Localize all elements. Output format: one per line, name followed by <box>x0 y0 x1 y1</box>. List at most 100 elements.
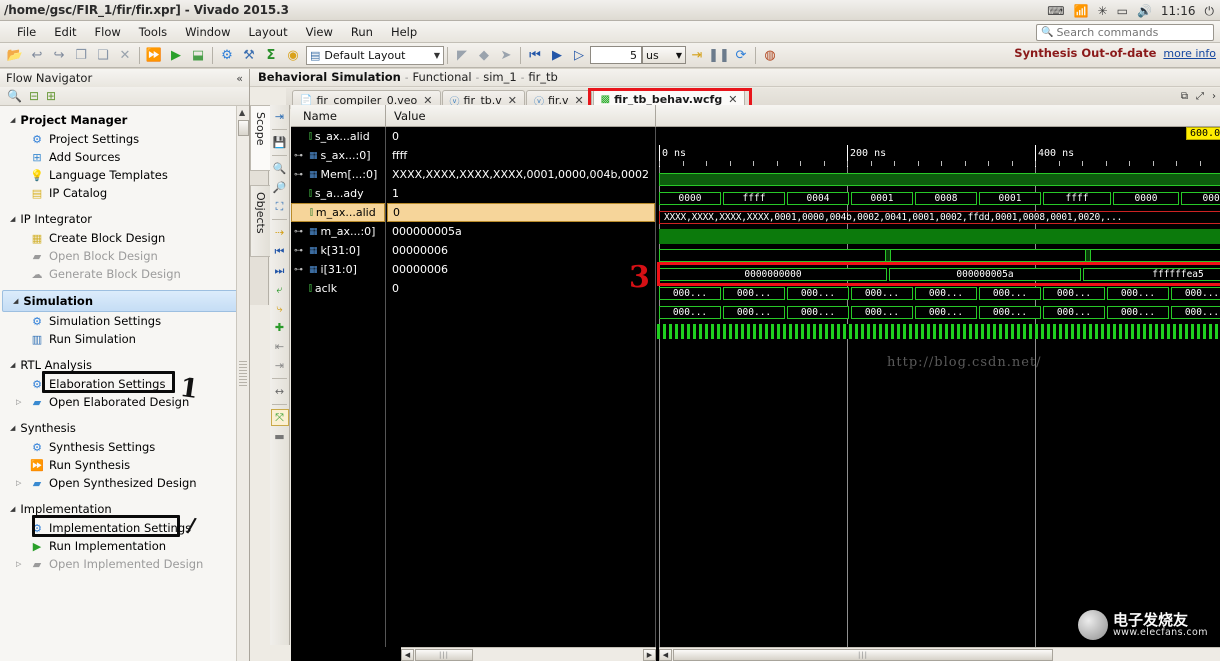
copy-icon[interactable]: ❐ <box>70 45 92 66</box>
relaunch-icon[interactable]: ⟳ <box>730 45 752 66</box>
section-project-manager[interactable]: ◢ Project Manager <box>0 110 249 130</box>
float-icon[interactable]: ⤧ <box>271 409 289 426</box>
keyboard-icon[interactable]: ⌨ <box>1047 5 1064 17</box>
save-icon[interactable]: 💾 <box>271 134 289 151</box>
undo-icon[interactable]: ↩ <box>26 45 48 66</box>
sim-time-field[interactable]: 5 <box>590 46 642 64</box>
maximize-icon[interactable]: ⤢ <box>1196 91 1204 102</box>
nav-ip-catalog[interactable]: ▤ IP Catalog <box>0 184 249 202</box>
close-icon-vtool[interactable]: ▬ <box>271 428 289 445</box>
breakpoint-icon[interactable]: ◍ <box>759 45 781 66</box>
signal-row[interactable]: ⊶ ▦ s_ax...:0] <box>291 146 385 165</box>
run-all-icon[interactable]: ▶ <box>546 45 568 66</box>
prev-marker-icon[interactable]: ⤶ <box>271 281 289 298</box>
signal-row[interactable]: ⊶ ▦ k[31:0] <box>291 241 385 260</box>
scrollbar-thumb[interactable]: ||| <box>415 649 473 661</box>
generate-bitstream-icon[interactable]: ⬓ <box>187 45 209 66</box>
zoom-fit-icon[interactable]: ⛶ <box>271 198 289 215</box>
nav-language-templates[interactable]: 💡 Language Templates <box>0 166 249 184</box>
zoom-in-icon[interactable]: 🔍 <box>271 160 289 177</box>
menu-help[interactable]: Help <box>382 23 426 41</box>
goto-icon[interactable]: ⇥ <box>271 108 289 125</box>
pointer-icon[interactable]: ➤ <box>495 45 517 66</box>
scrollbar-thumb-2[interactable]: ||| <box>673 649 1053 661</box>
nav-implementation-settings[interactable]: ⚙ Implementation Settings <box>0 519 249 537</box>
add-marker-icon[interactable]: ✚ <box>271 319 289 336</box>
menu-file[interactable]: File <box>8 23 45 41</box>
battery-icon[interactable]: ▭ <box>1117 5 1128 17</box>
time-ruler[interactable]: 0 ns 200 ns 400 ns 600 ns 800 ns 1,000 n… <box>657 127 1220 167</box>
more-info-link[interactable]: more info <box>1163 47 1216 60</box>
section-ip-integrator[interactable]: ◢ IP Integrator <box>0 209 249 229</box>
expand-icon[interactable]: ⊶ <box>294 265 303 275</box>
delete-icon[interactable]: ✕ <box>114 45 136 66</box>
pin-icon[interactable]: ◤ <box>451 45 473 66</box>
next-edge-icon[interactable]: ⇥ <box>271 357 289 374</box>
signal-row[interactable]: ⊶ ▦ i[31:0] <box>291 260 385 279</box>
expand-icon[interactable]: ⊶ <box>294 227 303 237</box>
bluetooth-icon[interactable]: ✳ <box>1098 5 1108 17</box>
flow-navigator-scrollbar[interactable]: ▲ <box>236 106 249 661</box>
report-icon[interactable]: ◉ <box>282 45 304 66</box>
menu-layout[interactable]: Layout <box>239 23 296 41</box>
signal-row[interactable]: ⫿ aclk <box>291 279 385 298</box>
fit-width-icon[interactable]: ↔ <box>271 383 289 400</box>
goto-time-icon[interactable]: ⇢ <box>271 224 289 241</box>
run-synthesis-icon[interactable]: ⏩ <box>143 45 165 66</box>
search-commands-box[interactable]: 🔍 <box>1036 24 1214 41</box>
diamond-icon[interactable]: ◆ <box>473 45 495 66</box>
restart-icon[interactable]: ⏮ <box>524 45 546 66</box>
menu-tools[interactable]: Tools <box>130 23 176 41</box>
nav-open-elaborated-design[interactable]: ▷ ▰ Open Elaborated Design <box>0 393 249 411</box>
expand-icon[interactable]: ⊶ <box>294 170 303 180</box>
expand-all-icon[interactable]: ⊞ <box>46 89 56 103</box>
prev-transition-icon[interactable]: ⏮ <box>271 243 289 260</box>
expand-icon[interactable]: ⊶ <box>294 246 303 256</box>
next-transition-icon[interactable]: ⏭ <box>271 262 289 279</box>
section-simulation[interactable]: ◢ Simulation <box>2 290 247 312</box>
pause-icon[interactable]: ❚❚ <box>708 45 730 66</box>
chevron-right-icon[interactable]: ▷ <box>16 398 21 406</box>
waveform-canvas[interactable]: 0 ns 200 ns 400 ns 600 ns 800 ns 1,000 n… <box>657 127 1220 647</box>
nav-elaboration-settings[interactable]: ⚙ Elaboration Settings <box>0 375 249 393</box>
menu-window[interactable]: Window <box>176 23 239 41</box>
collapse-all-icon[interactable]: ⊟ <box>29 89 39 103</box>
settings-icon[interactable]: ⚙ <box>216 45 238 66</box>
sim-time-unit-selector[interactable]: us ▼ <box>642 46 686 64</box>
chevron-right-icon[interactable]: ▷ <box>16 560 21 568</box>
paste-icon[interactable]: ❑ <box>92 45 114 66</box>
tools-icon[interactable]: ⚒ <box>238 45 260 66</box>
section-rtl-analysis[interactable]: ◢ RTL Analysis <box>0 355 249 375</box>
scroll-up-arrow-icon[interactable]: ▲ <box>239 108 245 117</box>
power-icon[interactable]: ⏻ <box>1205 5 1215 17</box>
wave-column-scrollbar[interactable]: ◀ ||| <box>659 647 1220 661</box>
scrollbar-thumb[interactable] <box>238 120 249 136</box>
signal-row-selected[interactable]: ⫿ m_ax...alid <box>291 203 385 222</box>
nav-run-implementation[interactable]: ▶ Run Implementation <box>0 537 249 555</box>
nav-simulation-settings[interactable]: ⚙ Simulation Settings <box>0 312 249 330</box>
nav-open-synthesized-design[interactable]: ▷ ▰ Open Synthesized Design <box>0 474 249 492</box>
search-icon-fn[interactable]: 🔍 <box>7 89 22 103</box>
nav-create-block-design[interactable]: ▦ Create Block Design <box>0 229 249 247</box>
signal-row[interactable]: ⊶ ▦ m_ax...:0] <box>291 222 385 241</box>
signal-row[interactable]: ⫿ s_a...ady <box>291 184 385 203</box>
signal-row[interactable]: ⫿ s_ax...alid <box>291 127 385 146</box>
menu-flow[interactable]: Flow <box>86 23 130 41</box>
nav-run-synthesis[interactable]: ⏩ Run Synthesis <box>0 456 249 474</box>
step-icon[interactable]: ⇥ <box>686 45 708 66</box>
menu-run[interactable]: Run <box>342 23 382 41</box>
scroll-left-arrow-icon-2[interactable]: ◀ <box>659 649 672 661</box>
name-column-scrollbar[interactable]: ◀ ||| ▶ <box>401 647 656 661</box>
section-implementation[interactable]: ◢ Implementation <box>0 499 249 519</box>
collapse-icon[interactable]: « <box>236 72 243 85</box>
zoom-out-icon[interactable]: 🔎 <box>271 179 289 196</box>
float-window-icon[interactable]: ⧉ <box>1181 91 1188 102</box>
search-input[interactable] <box>1056 26 1209 39</box>
menu-view[interactable]: View <box>297 23 342 41</box>
layout-selector[interactable]: ▤ Default Layout ▼ <box>306 46 444 65</box>
redo-icon[interactable]: ↪ <box>48 45 70 66</box>
nav-run-simulation[interactable]: ▥ Run Simulation <box>0 330 249 348</box>
nav-add-sources[interactable]: ⊞ Add Sources <box>0 148 249 166</box>
prev-edge-icon[interactable]: ⇤ <box>271 338 289 355</box>
section-synthesis[interactable]: ◢ Synthesis <box>0 418 249 438</box>
